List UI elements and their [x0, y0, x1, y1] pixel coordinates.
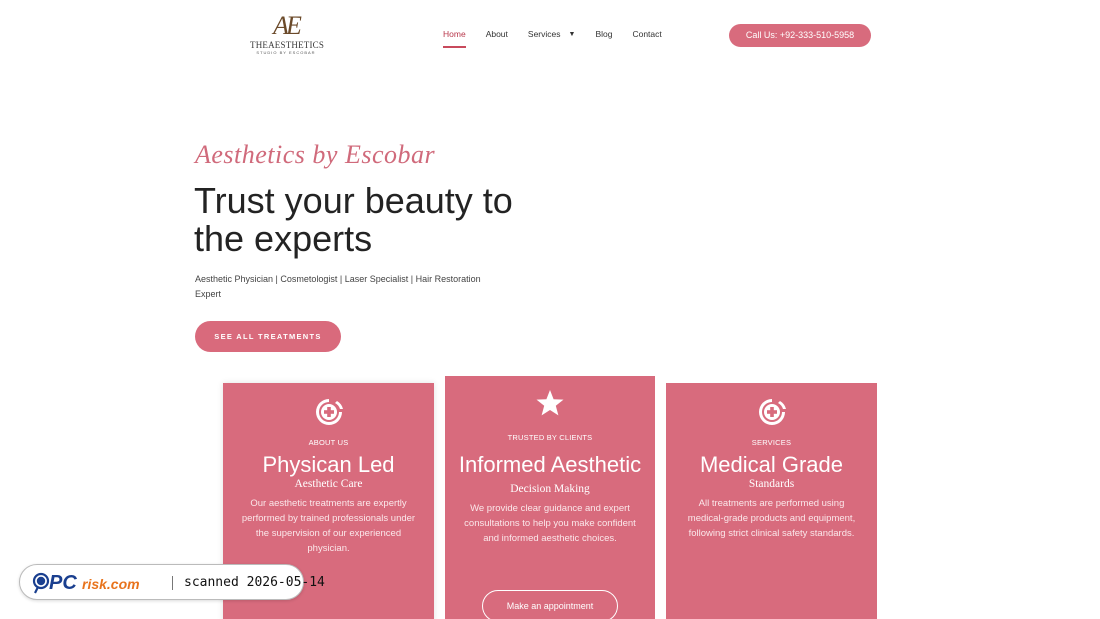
card-text: Our aesthetic treatments are expertly pe…	[241, 498, 416, 554]
svg-text:risk.com: risk.com	[82, 576, 140, 592]
hero-script-title: Aesthetics by Escobar	[195, 140, 436, 169]
card-eyebrow: ABOUT US	[308, 438, 349, 447]
logo-mark: AE	[273, 11, 302, 40]
see-all-treatments-button[interactable]: SEE ALL TREATMENTS	[195, 321, 341, 352]
card-services: SERVICES Medical Grade Standards All tre…	[666, 383, 877, 619]
main-nav: Home About Services ▼ Blog Contact	[440, 29, 682, 49]
card-text: We provide clear guidance and expert con…	[464, 503, 636, 544]
site-logo[interactable]: AE THEAESTHETICS STUDIO BY ESCOBAR	[250, 11, 325, 58]
card-subtitle: Decision Making	[510, 483, 590, 495]
make-appointment-button[interactable]: Make an appointment	[482, 590, 618, 619]
pcrisk-logo-icon: PC risk.com	[32, 572, 140, 594]
nav-about[interactable]: About	[486, 29, 508, 49]
card-title: Medical Grade	[699, 452, 844, 477]
svg-text:PC: PC	[49, 572, 77, 594]
watermark-divider	[172, 576, 173, 590]
card-text: All treatments are performed using medic…	[687, 498, 856, 539]
card-subtitle: Aesthetic Care	[294, 478, 363, 490]
card-title: Informed Aesthetic	[458, 452, 642, 477]
medical-cross-icon	[315, 399, 343, 425]
card-eyebrow: TRUSTED BY CLIENTS	[507, 433, 593, 442]
nav-services-label: Services	[527, 29, 561, 39]
card-trusted: TRUSTED BY CLIENTS Informed Aesthetic De…	[445, 376, 655, 619]
site-header: AE THEAESTHETICS STUDIO BY ESCOBAR Home …	[0, 0, 1100, 70]
card-title: Physican Led	[262, 452, 395, 477]
nav-contact[interactable]: Contact	[632, 29, 661, 49]
hero-headline: Trust your beauty to the experts	[194, 180, 513, 259]
star-icon	[536, 390, 564, 416]
nav-blog[interactable]: Blog	[595, 29, 612, 49]
call-us-button[interactable]: Call Us: +92-333-510-5958	[729, 24, 871, 47]
chevron-down-icon: ▼	[568, 31, 576, 38]
nav-home[interactable]: Home	[443, 29, 466, 49]
medical-cross-icon	[758, 399, 786, 425]
logo-subtitle: STUDIO BY ESCOBAR	[256, 50, 316, 55]
card-eyebrow: SERVICES	[751, 438, 792, 447]
nav-services[interactable]: Services ▼	[528, 29, 576, 49]
card-subtitle: Standards	[748, 478, 795, 490]
logo-name: THEAESTHETICS	[250, 40, 325, 50]
hero-subtitle: Aesthetic Physician | Cosmetologist | La…	[195, 274, 481, 299]
watermark-text: scanned 2026-05-14	[184, 575, 325, 590]
pcrisk-watermark: PC risk.com scanned 2026-05-14	[19, 564, 325, 600]
